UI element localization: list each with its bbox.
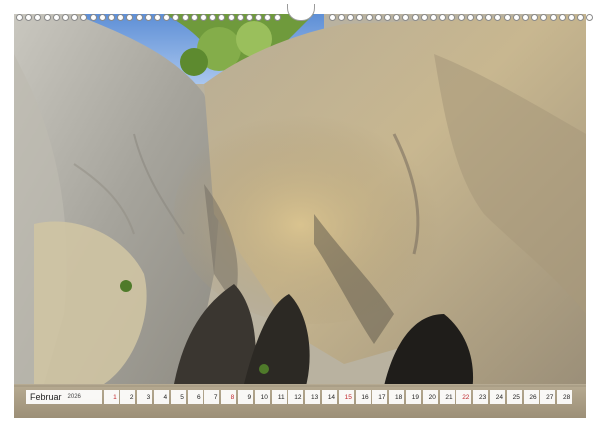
- binding-hole: [512, 14, 520, 21]
- binding-hole: [144, 14, 152, 21]
- binding-hole: [347, 14, 355, 21]
- binding-hole: [25, 14, 33, 21]
- binding-hole: [154, 14, 161, 21]
- binding-hole: [448, 14, 456, 21]
- binding-hole: [172, 14, 180, 21]
- binding-hole: [108, 14, 115, 21]
- calendar-day: 22: [456, 390, 472, 404]
- binding-hole: [163, 14, 171, 21]
- binding-hole: [190, 14, 198, 21]
- calendar-day: 20: [422, 390, 438, 404]
- binding-hole: [577, 14, 585, 21]
- binding-hole: [200, 14, 207, 21]
- binding-hole: [568, 14, 575, 21]
- binding-hole: [80, 14, 88, 21]
- calendar-day: 2: [120, 390, 136, 404]
- binding-hole: [338, 14, 345, 21]
- binding-hole: [384, 14, 391, 21]
- binding-hole: [246, 14, 253, 21]
- binding-hole: [71, 14, 79, 21]
- calendar-day: 21: [439, 390, 455, 404]
- binding-hole: [466, 14, 474, 21]
- binding-hole: [476, 14, 483, 21]
- binding-hole: [494, 14, 502, 21]
- calendar-day: 15: [338, 390, 354, 404]
- calendar-day: 10: [254, 390, 270, 404]
- binding-hole: [558, 14, 566, 21]
- calendar-day: 3: [137, 390, 153, 404]
- calendar-day: 13: [305, 390, 321, 404]
- binding-hole: [457, 14, 465, 21]
- binding-hole: [236, 14, 244, 21]
- cave-photo: [14, 14, 586, 418]
- calendar-day: 17: [372, 390, 388, 404]
- binding-hole: [549, 14, 557, 21]
- calendar-day: 9: [238, 390, 254, 404]
- calendar-day: 26: [523, 390, 539, 404]
- year-label: 2026: [67, 394, 81, 400]
- binding-hole: [89, 14, 97, 21]
- binding-hole: [135, 14, 143, 21]
- binding-hole: [365, 14, 373, 21]
- binding-hole: [540, 14, 548, 21]
- calendar-day: 1: [103, 390, 119, 404]
- binding-hole: [98, 14, 106, 21]
- binding-hole: [34, 14, 42, 21]
- calendar-day: 14: [322, 390, 338, 404]
- binding-hole: [356, 14, 364, 21]
- calendar-day: 25: [506, 390, 522, 404]
- month-label-box: Februar 2026: [26, 390, 102, 404]
- binding-hole: [531, 14, 539, 21]
- binding-hole: [402, 14, 410, 21]
- binding-hole: [255, 14, 263, 21]
- calendar-day: 12: [288, 390, 304, 404]
- binding-hole: [43, 14, 51, 21]
- binding-hole: [430, 14, 437, 21]
- binding-hole: [374, 14, 382, 21]
- days-row: 1 2 3 4 5 6 7 8 9 10 11 12 13 14 15 16 17 18 19 20 21 22 23 24 2…: [103, 390, 574, 404]
- calendar-day: 4: [154, 390, 170, 404]
- month-name: Februar: [30, 392, 62, 402]
- binding-hole: [16, 14, 23, 21]
- calendar-day: 27: [540, 390, 556, 404]
- calendar-day: 5: [170, 390, 186, 404]
- calendar-day: 24: [490, 390, 506, 404]
- binding-hole: [328, 14, 336, 21]
- binding-hole: [227, 14, 235, 21]
- binding-hole: [181, 14, 189, 21]
- binding-hole: [586, 14, 594, 21]
- calendar-day: 6: [187, 390, 203, 404]
- calendar-day: 11: [271, 390, 287, 404]
- binding-hole: [485, 14, 493, 21]
- binding-hole: [62, 14, 69, 21]
- binding-hole: [126, 14, 134, 21]
- calendar-day: 19: [406, 390, 422, 404]
- calendar-day: 7: [204, 390, 220, 404]
- calendar-day: 28: [557, 390, 573, 404]
- binding-hole: [273, 14, 281, 21]
- calendar-day: 18: [389, 390, 405, 404]
- binding-hole: [393, 14, 401, 21]
- binding-hole: [503, 14, 511, 21]
- binding-hole: [117, 14, 125, 21]
- binding-hole: [264, 14, 272, 21]
- binding-hole: [209, 14, 217, 21]
- binding-hole: [52, 14, 60, 21]
- calendar-day: 16: [355, 390, 371, 404]
- calendar-day: 23: [473, 390, 489, 404]
- calendar-day: 8: [221, 390, 237, 404]
- binding-hole: [411, 14, 419, 21]
- binding-hole: [522, 14, 529, 21]
- binding-hole: [420, 14, 428, 21]
- binding-hole: [218, 14, 226, 21]
- binding-hole: [439, 14, 447, 21]
- calendar-strip: Februar 2026 1 2 3 4 5 6 7 8 9 10 11 12 13 14 15 16 17 18…: [26, 390, 574, 404]
